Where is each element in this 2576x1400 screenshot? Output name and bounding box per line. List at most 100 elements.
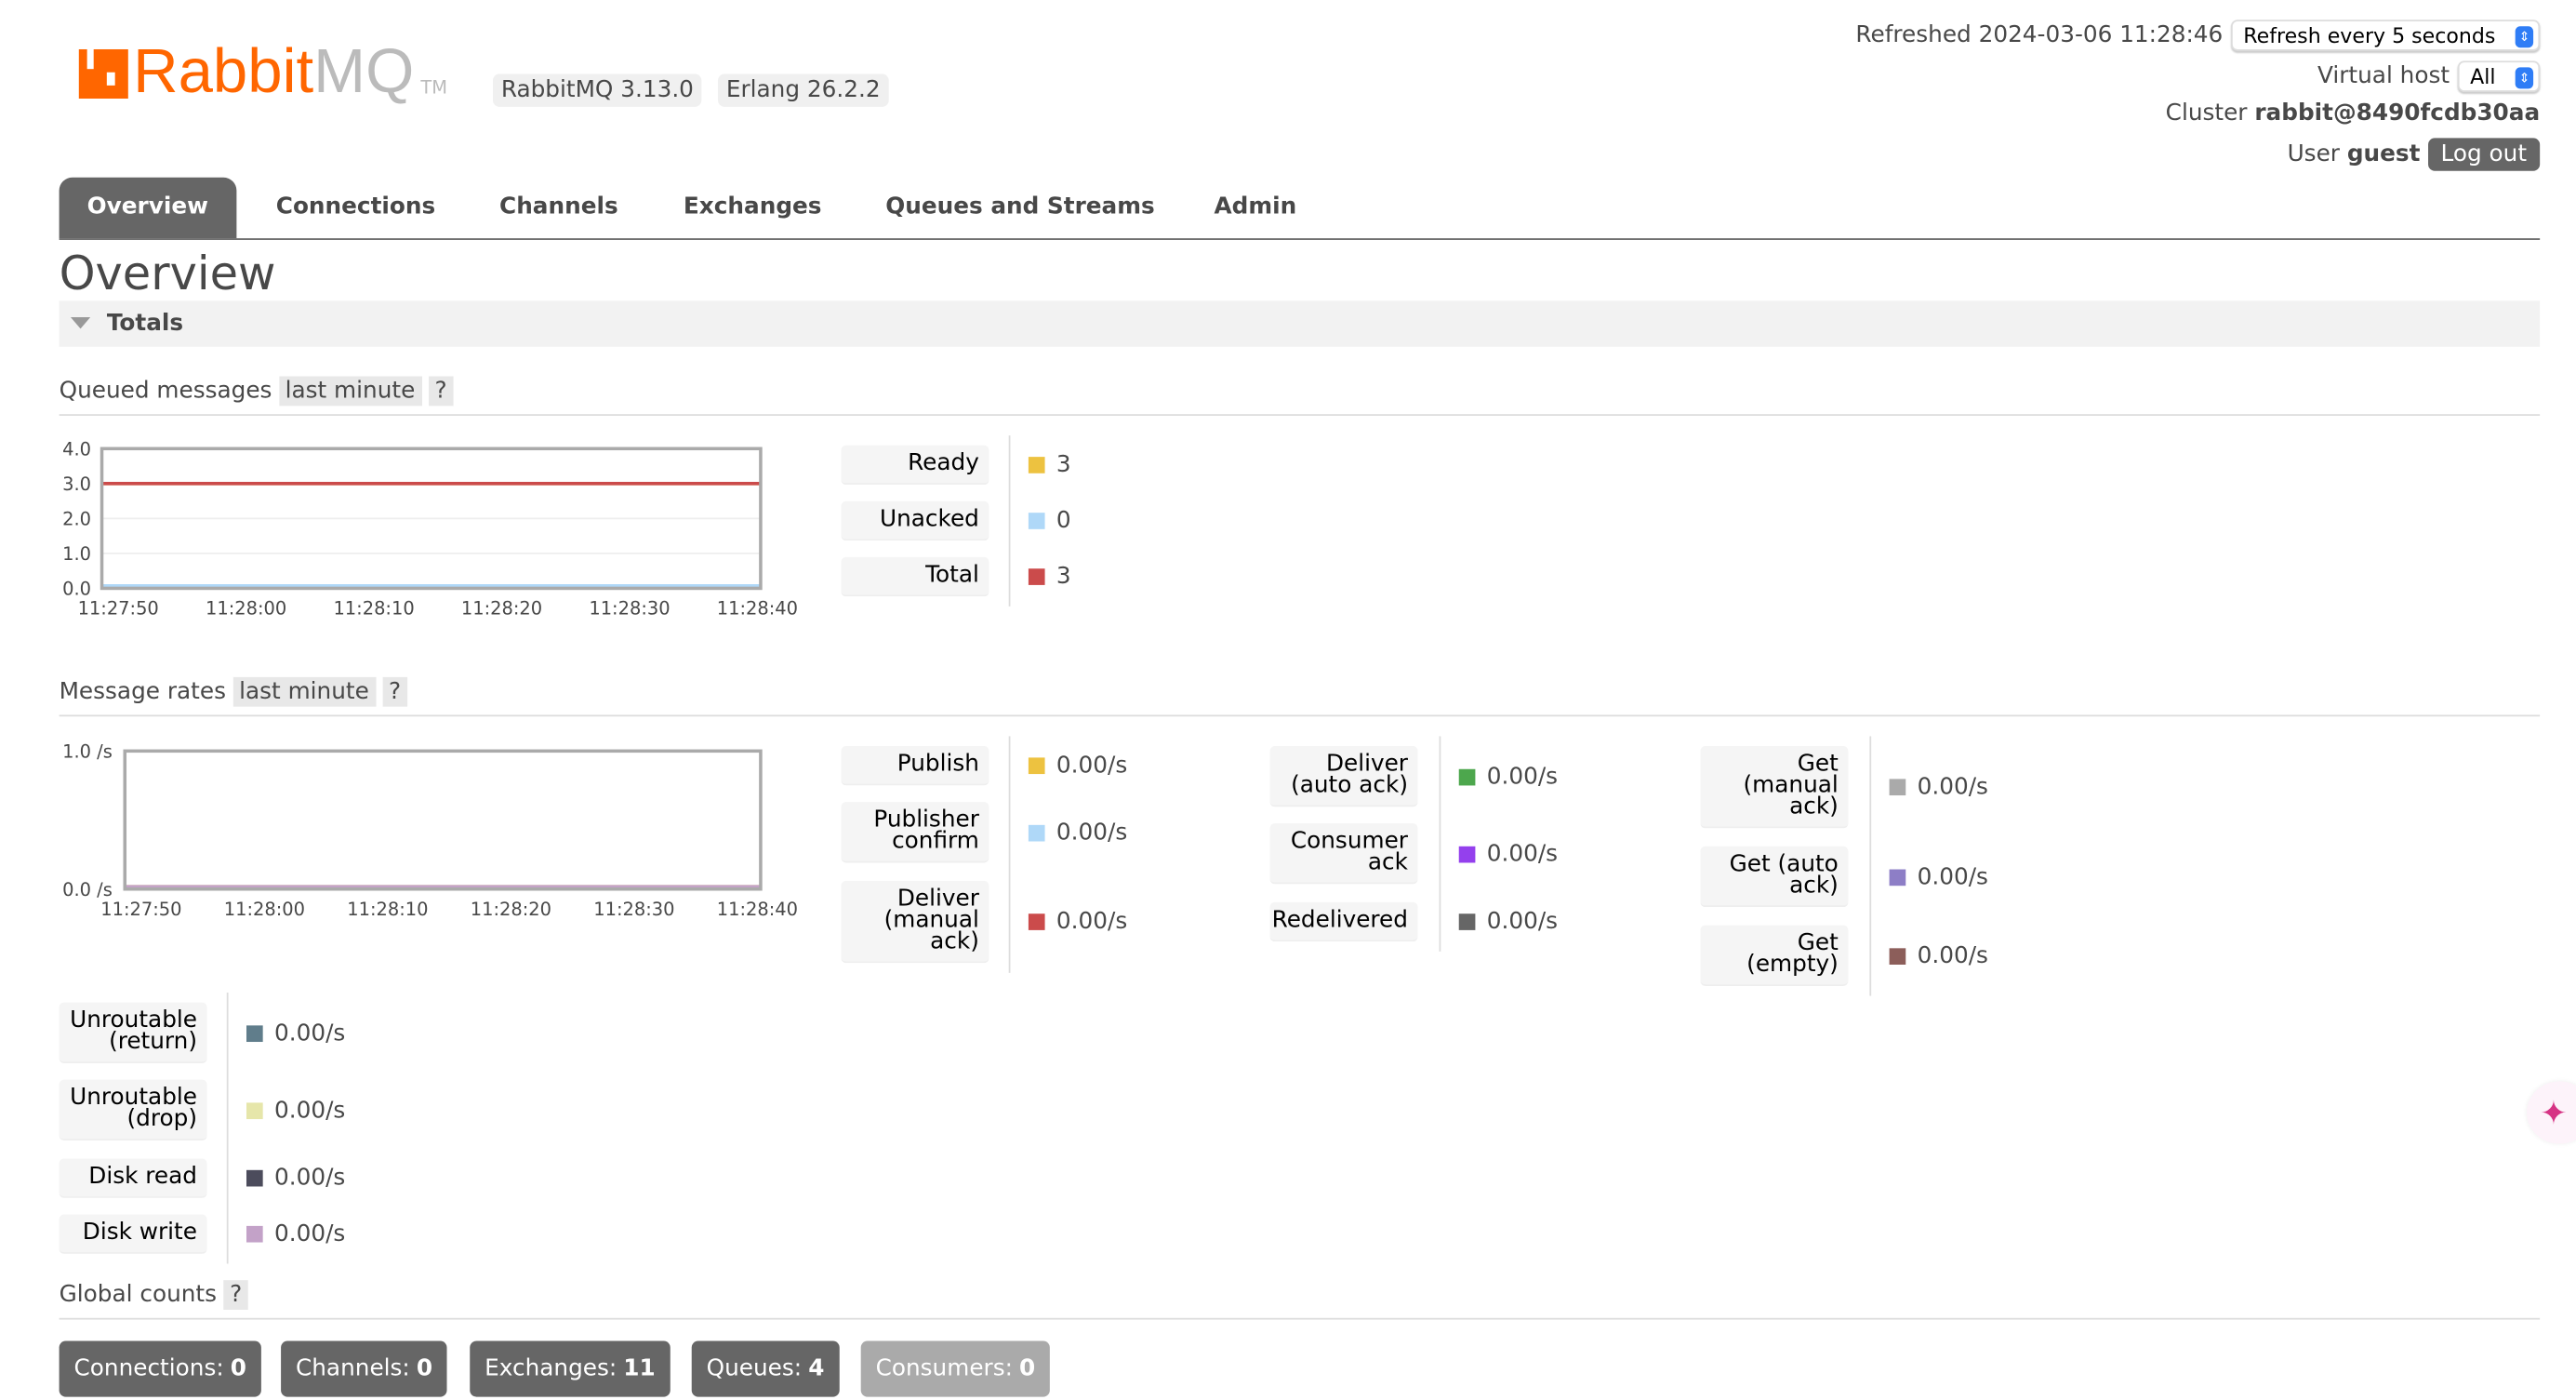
vhost-row: Virtual host All ⇕	[2317, 60, 2541, 92]
user-row: User guest Log out	[2288, 138, 2541, 171]
legend-divider	[1008, 736, 1011, 973]
legend-label: Unacked	[841, 500, 989, 541]
color-swatch-icon	[1028, 757, 1045, 775]
legend-label: Get (manual ack)	[1700, 746, 1849, 829]
refreshed-text: Refreshed 2024-03-06 11:28:46	[1855, 21, 2224, 49]
color-swatch-icon	[246, 1225, 263, 1243]
select-arrows-icon: ⇕	[2515, 26, 2534, 48]
legend-value: 0.00/s	[1458, 823, 1558, 884]
message-rates-header: Message rates last minute?	[59, 676, 2541, 717]
color-swatch-icon	[246, 1024, 263, 1042]
plot-frame	[123, 749, 763, 891]
global-count-consumers-button[interactable]: Consumers: 0	[860, 1340, 1051, 1397]
user-name: guest	[2346, 140, 2421, 168]
logout-button[interactable]: Log out	[2427, 138, 2541, 171]
legend-value: 0.00/s	[246, 1158, 345, 1197]
color-swatch-icon	[1028, 823, 1045, 841]
tab-queues-and-streams[interactable]: Queues and Streams	[857, 178, 1183, 238]
x-tick-label: 11:28:30	[593, 899, 674, 920]
color-swatch-icon	[1889, 947, 1906, 965]
rabbit-logo-icon	[78, 48, 128, 99]
y-tick-label: 0.0	[62, 579, 91, 600]
legend-label: Disk write	[59, 1214, 207, 1254]
tab-exchanges[interactable]: Exchanges	[656, 178, 850, 238]
x-tick-label: 11:28:00	[206, 598, 286, 620]
tab-channels[interactable]: Channels	[471, 178, 646, 238]
legend-divider	[1008, 435, 1011, 607]
select-arrows-icon: ⇕	[2515, 67, 2534, 89]
assistant-sparkle-icon[interactable]: ✦	[2527, 1081, 2576, 1144]
queued-messages-header: Queued messages last minute?	[59, 376, 2541, 416]
cluster-name: rabbit@8490fcdb30aa	[2254, 100, 2541, 127]
legend-value: 0.00/s	[246, 1003, 345, 1063]
color-swatch-icon	[1889, 779, 1906, 796]
color-swatch-icon	[1458, 845, 1476, 862]
tab-admin[interactable]: Admin	[1186, 178, 1324, 238]
color-swatch-icon	[1889, 868, 1906, 886]
legend-divider	[1439, 736, 1441, 952]
legend-divider	[1869, 736, 1872, 996]
color-swatch-icon	[1458, 913, 1476, 930]
legend-label: Publisher confirm	[841, 802, 989, 863]
legend-label: Deliver (auto ack)	[1269, 746, 1418, 807]
legend-value: 0.00/s	[246, 1215, 345, 1254]
global-count-channels-button[interactable]: Channels: 0	[281, 1340, 447, 1397]
legend-label: Ready	[841, 445, 989, 486]
color-swatch-icon	[1458, 767, 1476, 785]
app-root: Rabbit MQ TM RabbitMQ 3.13.0 Erlang 26.2.2…	[0, 0, 2576, 1400]
legend-value: 3	[1028, 446, 1071, 485]
help-button[interactable]: ?	[428, 376, 454, 407]
x-tick-label: 11:27:50	[100, 899, 181, 920]
tab-overview[interactable]: Overview	[59, 177, 237, 239]
erlang-badge: Erlang 26.2.2	[718, 73, 889, 107]
color-swatch-icon	[1028, 457, 1045, 473]
color-swatch-icon	[1028, 568, 1045, 585]
main-tabs: Overview Connections Channels Exchanges …	[59, 177, 2541, 240]
range-selector[interactable]: last minute	[232, 676, 376, 707]
color-swatch-icon	[1028, 513, 1045, 529]
legend-label: Disk read	[59, 1158, 207, 1198]
x-tick-label: 11:27:50	[78, 598, 159, 620]
help-button[interactable]: ?	[381, 676, 408, 707]
rabbitmq-logo[interactable]: Rabbit MQ TM	[78, 39, 447, 105]
legend-value: 0.00/s	[1458, 746, 1558, 807]
x-tick-label: 11:28:00	[224, 899, 305, 920]
y-tick-label: 1.0 /s	[62, 740, 113, 762]
legend-value: 0.00/s	[246, 1080, 345, 1140]
legend-label: Total	[841, 556, 989, 597]
y-tick-label: 4.0	[62, 438, 91, 460]
help-button[interactable]: ?	[223, 1280, 249, 1310]
y-tick-label: 2.0	[62, 508, 91, 529]
x-tick-label: 11:28:30	[589, 598, 670, 620]
message-rates-chart: 0.0 /s 1.0 /s 11:27:50 11:28:00 11:28:10 11:2…	[62, 740, 798, 920]
global-counts-header: Global counts?	[59, 1280, 2541, 1320]
collapse-triangle-icon	[70, 316, 91, 329]
y-tick-label: 1.0	[62, 543, 91, 565]
legend-value: 3	[1028, 557, 1071, 596]
vhost-select[interactable]: All ⇕	[2456, 60, 2541, 92]
totals-section-toggle[interactable]: Totals	[59, 300, 2541, 347]
color-swatch-icon	[246, 1101, 263, 1119]
x-tick-label: 11:28:10	[347, 899, 428, 920]
x-tick-label: 11:28:20	[461, 598, 542, 620]
page-title: Overview	[59, 246, 276, 301]
legend-value: 0.00/s	[1458, 902, 1558, 941]
legend-value: 0.00/s	[1889, 746, 1988, 828]
legend-label: Unroutable (drop)	[59, 1079, 207, 1141]
cluster-row: Cluster rabbit@8490fcdb30aa	[2165, 100, 2541, 127]
x-tick-label: 11:28:40	[717, 899, 798, 920]
range-selector[interactable]: last minute	[278, 376, 422, 407]
y-tick-label: 3.0	[62, 473, 91, 495]
tab-connections[interactable]: Connections	[248, 178, 463, 238]
legend-value: 0.00/s	[1028, 802, 1127, 862]
color-swatch-icon	[246, 1169, 263, 1187]
refresh-select[interactable]: Refresh every 5 seconds ⇕	[2230, 20, 2541, 51]
global-count-connections-button[interactable]: Connections: 0	[59, 1340, 261, 1397]
y-tick-label: 0.0 /s	[62, 879, 113, 900]
color-swatch-icon	[1028, 913, 1045, 930]
legend-value: 0.00/s	[1028, 881, 1127, 963]
legend-value: 0.00/s	[1028, 746, 1127, 785]
global-count-queues-button[interactable]: Queues: 4	[691, 1340, 840, 1397]
global-count-exchanges-button[interactable]: Exchanges: 11	[470, 1340, 671, 1397]
legend-label: Get (empty)	[1700, 925, 1849, 986]
